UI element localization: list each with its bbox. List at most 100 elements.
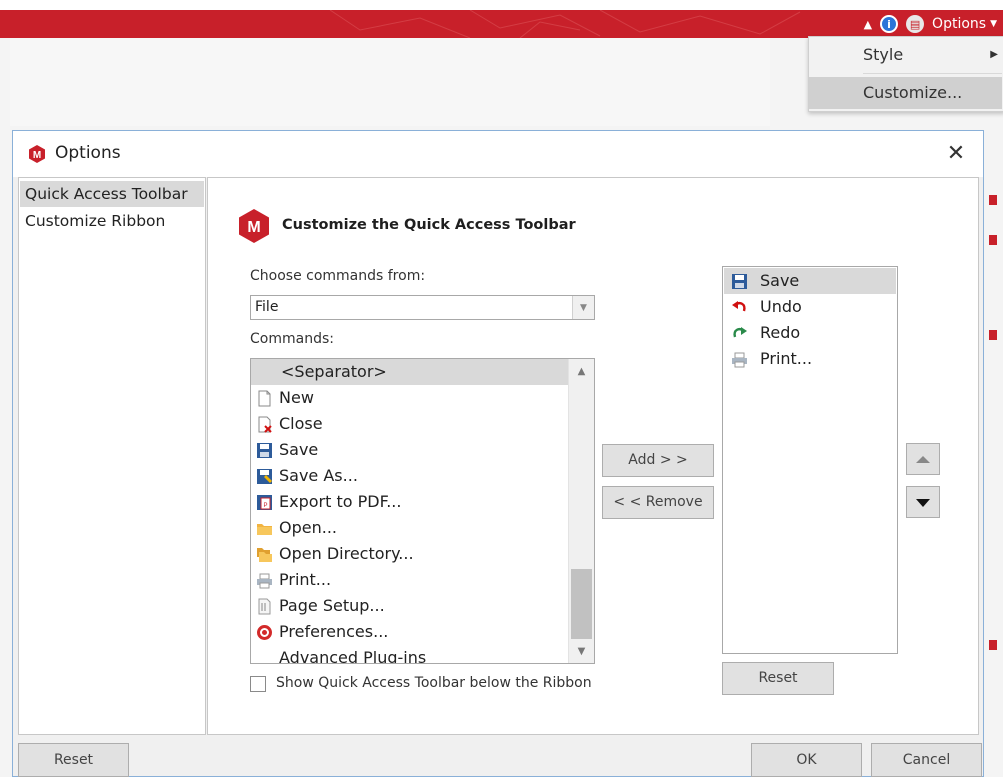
list-item-label: <Separator> [281, 362, 387, 381]
list-item[interactable]: Print... [251, 567, 568, 593]
cancel-button[interactable]: Cancel [871, 743, 982, 777]
ribbon-pattern [329, 10, 801, 38]
list-item-label: New [279, 388, 314, 407]
ok-button[interactable]: OK [751, 743, 862, 777]
list-item[interactable]: Undo [724, 294, 896, 320]
chevron-down-icon: ▼ [990, 19, 997, 29]
list-item[interactable]: New [251, 385, 568, 411]
list-item-label: Close [279, 414, 323, 433]
list-item[interactable]: Close [251, 411, 568, 437]
app-logo-icon: M [29, 145, 45, 163]
list-item[interactable]: Open Directory... [251, 541, 568, 567]
save-icon [732, 274, 747, 289]
list-item[interactable]: Print... [724, 346, 896, 372]
qat-reset-button[interactable]: Reset [722, 662, 834, 695]
show-below-ribbon-label[interactable]: Show Quick Access Toolbar below the Ribb… [276, 675, 592, 691]
pdf-icon: P [257, 495, 272, 510]
list-item[interactable]: Save [251, 437, 568, 463]
collapse-ribbon-icon[interactable]: ▲ [864, 18, 872, 31]
choose-commands-select[interactable]: File ▼ [250, 295, 595, 320]
menu-item-style[interactable]: Style ▶ [809, 39, 1002, 71]
folder-directory-icon [257, 548, 272, 562]
remove-button[interactable]: < < Remove [602, 486, 714, 519]
save-icon [257, 443, 272, 458]
submenu-arrow-icon: ▶ [990, 49, 998, 60]
commands-list[interactable]: <Separator> New Close Save Save As... P … [250, 358, 595, 664]
list-item-label: Save [760, 271, 800, 290]
show-below-ribbon-checkbox[interactable] [250, 676, 266, 692]
list-item-label: Page Setup... [279, 596, 385, 615]
choose-commands-label: Choose commands from: [250, 268, 426, 284]
nav-item-customize-ribbon[interactable]: Customize Ribbon [20, 208, 204, 234]
page-setup-icon [258, 598, 271, 615]
app-top-area [0, 0, 1003, 10]
folder-icon [257, 524, 272, 535]
app-logo-icon: M [239, 209, 269, 243]
menu-item-customize[interactable]: Customize... [809, 77, 1002, 109]
move-up-button[interactable] [906, 443, 940, 475]
move-down-button[interactable] [906, 486, 940, 518]
options-menu-button[interactable]: Options ▼ [932, 16, 997, 32]
scroll-down-icon[interactable]: ▼ [569, 639, 594, 663]
list-item-label: Export to PDF... [279, 492, 402, 511]
list-item-label: Save [279, 440, 319, 459]
nav-item-quick-access-toolbar[interactable]: Quick Access Toolbar [20, 181, 204, 207]
document-icon[interactable]: ▤ [906, 15, 925, 33]
chevron-down-icon[interactable]: ▼ [572, 296, 594, 319]
menu-separator [863, 73, 1002, 74]
choose-commands-value: File [255, 299, 279, 315]
app-ribbon: ▲ i ▤ Options ▼ [0, 10, 1003, 38]
save-as-icon [257, 469, 272, 484]
ribbon-right-controls: ▲ i ▤ Options ▼ [864, 10, 997, 38]
svg-text:P: P [263, 503, 267, 509]
redo-icon [733, 327, 747, 338]
reset-button[interactable]: Reset [18, 743, 129, 777]
close-button[interactable]: ✕ [943, 141, 969, 167]
list-item-label: Print... [760, 349, 813, 368]
options-dropdown-menu: Style ▶ Customize... [808, 36, 1003, 112]
list-item[interactable]: P Export to PDF... [251, 489, 568, 515]
list-item-label: Advanced Plug-ins [279, 648, 427, 664]
dialog-titlebar: M Options ✕ [13, 131, 983, 177]
printer-icon [257, 573, 272, 589]
list-item[interactable]: Page Setup... [251, 593, 568, 619]
close-icon: ✕ [946, 141, 966, 166]
options-menu-label: Options [932, 16, 987, 32]
list-item-label: Open... [279, 518, 337, 537]
list-item-label: Preferences... [279, 622, 389, 641]
scrollbar-thumb[interactable] [571, 569, 592, 639]
options-dialog: M Options ✕ Quick Access Toolbar Customi… [12, 130, 984, 777]
list-item[interactable]: Preferences... [251, 619, 568, 645]
commands-scrollbar[interactable]: ▲ ▼ [568, 359, 594, 663]
svg-text:M: M [247, 219, 260, 236]
edge-marker [989, 330, 997, 340]
scroll-up-icon[interactable]: ▲ [569, 359, 594, 383]
list-item-label: Print... [279, 570, 332, 589]
app-toolbar-area [10, 38, 770, 126]
list-item[interactable]: Redo [724, 320, 896, 346]
info-icon[interactable]: i [880, 15, 899, 33]
list-item-label: Save As... [279, 466, 358, 485]
triangle-down-icon [916, 499, 930, 507]
content-panel: M Customize the Quick Access Toolbar Cho… [207, 177, 979, 735]
list-item[interactable]: Advanced Plug-ins [251, 645, 568, 664]
svg-text:M: M [33, 150, 41, 161]
list-item[interactable]: <Separator> [251, 359, 568, 385]
edge-marker [989, 235, 997, 245]
list-item[interactable]: Save As... [251, 463, 568, 489]
commands-label: Commands: [250, 331, 334, 347]
menu-item-style-label: Style [863, 45, 904, 64]
edge-marker [989, 640, 997, 650]
close-document-icon [258, 416, 272, 433]
add-button[interactable]: Add > > [602, 444, 714, 477]
list-item-label: Redo [760, 323, 801, 342]
quick-access-toolbar-list[interactable]: Save Undo Redo Print... [722, 266, 898, 654]
list-item[interactable]: Open... [251, 515, 568, 541]
preferences-icon [257, 625, 272, 640]
triangle-up-icon [916, 456, 930, 463]
list-item-label: Undo [760, 297, 802, 316]
nav-panel: Quick Access Toolbar Customize Ribbon [18, 177, 206, 735]
list-item[interactable]: Save [724, 268, 896, 294]
new-document-icon [258, 390, 271, 407]
list-item-label: Open Directory... [279, 544, 414, 563]
